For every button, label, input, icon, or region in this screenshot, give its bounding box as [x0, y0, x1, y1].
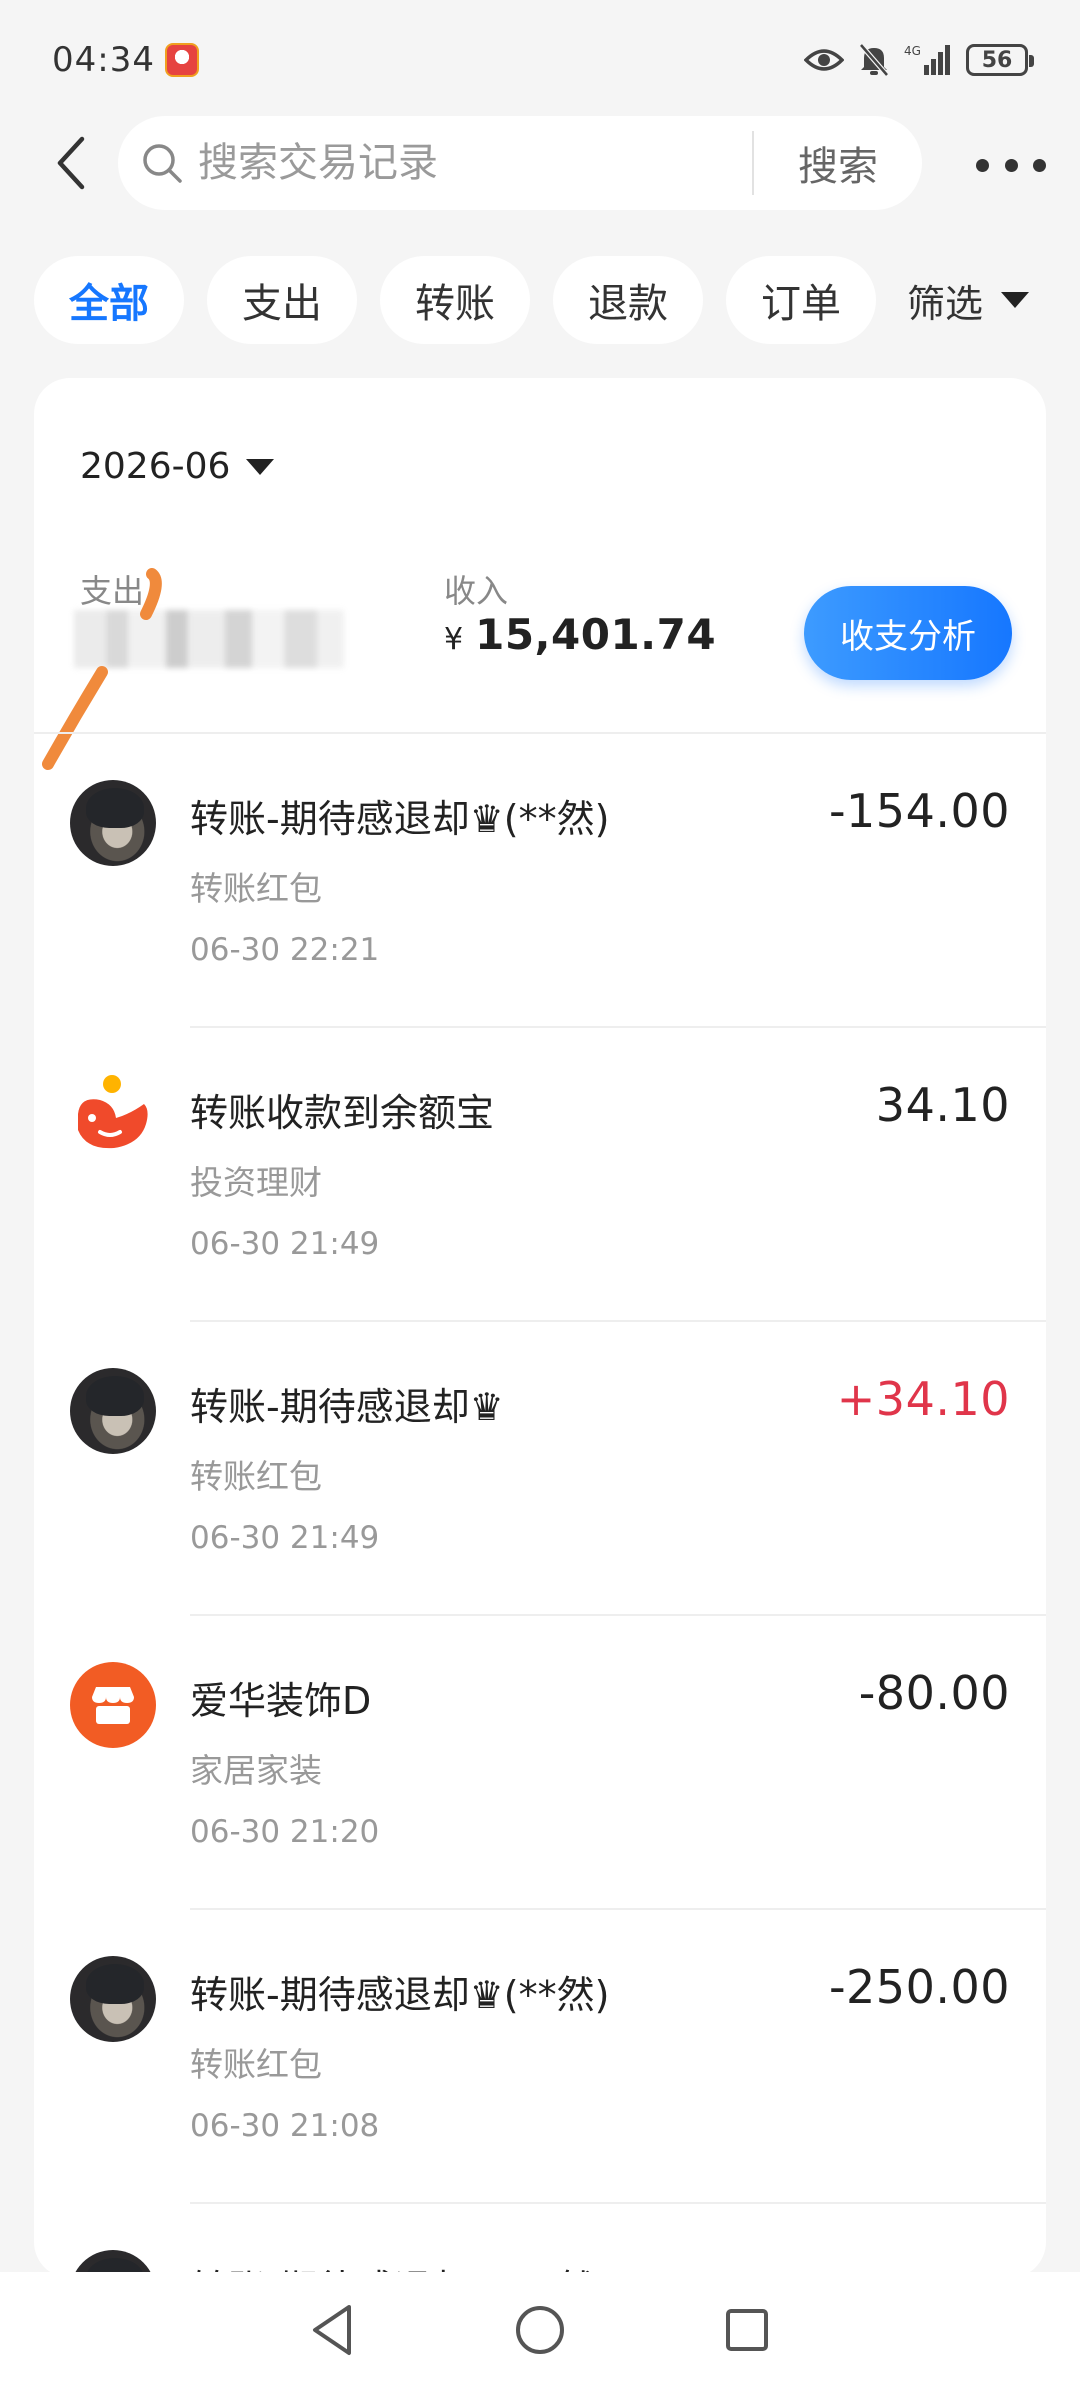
dot-icon	[1004, 158, 1018, 172]
income-amount: ¥ 15,401.74	[444, 610, 716, 659]
bell-off-icon	[858, 43, 890, 77]
header: 搜索	[0, 110, 1080, 215]
month-label: 2026-06	[80, 446, 231, 487]
search-button[interactable]: 搜索	[754, 134, 922, 192]
signal-icon: 4G	[904, 43, 952, 77]
transaction-category: 投资理财	[190, 1163, 322, 1202]
system-nav-bar	[0, 2272, 1080, 2388]
avatar	[70, 1368, 156, 1454]
transaction-time: 06-30 21:08	[190, 2108, 380, 2144]
transaction-row[interactable]: 爱华装饰D 家居家装 06-30 21:20 -80.00	[34, 1616, 1046, 1910]
analysis-button[interactable]: 收支分析	[804, 586, 1012, 680]
caret-down-icon	[246, 458, 275, 475]
battery-level: 56	[981, 47, 1013, 73]
eye-icon	[804, 46, 844, 74]
month-selector[interactable]: 2026-06	[80, 446, 275, 487]
transaction-category: 家居家装	[190, 1751, 322, 1790]
transaction-row[interactable]: 转账-期待感退却♛(**然) 转账红包 06-30 22:21 -154.00	[34, 734, 1046, 1028]
transaction-title: 转账收款到余额宝	[190, 1091, 495, 1135]
transaction-row[interactable]: 转账-期待感退却♛(**然)	[34, 2204, 1046, 2278]
shop-icon	[70, 1662, 156, 1748]
app-notification-icon	[164, 43, 199, 77]
transaction-list: 转账-期待感退却♛(**然) 转账红包 06-30 22:21 -154.00 …	[34, 734, 1046, 2278]
yuebao-logo-icon	[70, 1074, 156, 1160]
filter-label: 筛选	[907, 281, 984, 326]
transaction-category: 转账红包	[190, 1457, 322, 1496]
nav-home-button[interactable]	[505, 2295, 575, 2365]
back-button[interactable]	[30, 113, 110, 213]
transaction-time: 06-30 21:49	[190, 1226, 380, 1262]
search-icon	[140, 141, 184, 185]
transaction-amount: -80.00	[858, 1666, 1010, 1720]
transaction-title: 转账-期待感退却♛(**然)	[190, 1973, 610, 2017]
tab-refund[interactable]: 退款	[553, 256, 703, 344]
transaction-amount: -250.00	[828, 1960, 1010, 2014]
transaction-time: 06-30 21:49	[190, 1520, 380, 1556]
filter-dropdown[interactable]: 筛选	[907, 273, 1030, 328]
search-input[interactable]	[198, 140, 738, 186]
battery-icon: 56	[966, 44, 1034, 76]
transaction-category: 转账红包	[190, 2045, 322, 2084]
status-icons: 4G 56	[804, 43, 1034, 77]
more-options-button[interactable]	[976, 140, 1046, 190]
tab-all[interactable]: 全部	[34, 256, 184, 344]
transaction-category: 转账红包	[190, 869, 322, 908]
transaction-row[interactable]: 转账-期待感退却♛ 转账红包 06-30 21:49 +34.10	[34, 1322, 1046, 1616]
income-value: 15,401.74	[475, 610, 717, 659]
nav-recents-button[interactable]	[712, 2295, 782, 2365]
status-bar: 04:34 4G 56	[0, 0, 1080, 120]
status-time: 04:34	[52, 40, 155, 80]
transaction-title: 转账-期待感退却♛(**然)	[190, 797, 610, 841]
triangle-back-icon	[313, 2305, 352, 2355]
avatar	[70, 780, 156, 866]
income-label: 收入	[444, 572, 509, 610]
transaction-title: 转账-期待感退却♛	[190, 1385, 504, 1429]
transaction-row[interactable]: 转账-期待感退却♛(**然) 转账红包 06-30 21:08 -250.00	[34, 1910, 1046, 2204]
transaction-title: 爱华装饰D	[190, 1679, 372, 1723]
transaction-row[interactable]: 转账收款到余额宝 投资理财 06-30 21:49 34.10	[34, 1028, 1046, 1322]
tab-expense[interactable]: 支出	[207, 256, 357, 344]
chevron-left-icon	[57, 136, 85, 189]
transaction-time: 06-30 21:20	[190, 1814, 380, 1850]
transaction-amount: +34.10	[836, 1372, 1010, 1426]
avatar	[70, 1956, 156, 2042]
currency-symbol: ¥	[444, 622, 464, 657]
square-recents-icon	[725, 2309, 768, 2351]
circle-home-icon	[515, 2306, 564, 2354]
network-label: 4G	[904, 44, 921, 58]
transaction-amount: 34.10	[875, 1078, 1010, 1132]
expense-label: 支出	[80, 572, 145, 610]
dot-icon	[1033, 158, 1046, 172]
caret-down-icon	[1001, 292, 1030, 308]
tab-transfer[interactable]: 转账	[380, 256, 530, 344]
transaction-time: 06-30 22:21	[190, 932, 380, 968]
dot-icon	[976, 158, 989, 172]
search-box[interactable]: 搜索	[118, 116, 922, 210]
transaction-card: 2026-06 支出 收入 ¥ 15,401.74 收支分析 转账-期待感退却♛…	[34, 378, 1046, 2278]
nav-back-button[interactable]	[298, 2295, 368, 2365]
expense-amount-redacted	[74, 610, 344, 668]
transaction-amount: -154.00	[828, 784, 1010, 838]
filter-tabs: 全部 支出 转账 退款 订单 筛选	[34, 256, 1054, 344]
tab-orders[interactable]: 订单	[726, 256, 876, 344]
